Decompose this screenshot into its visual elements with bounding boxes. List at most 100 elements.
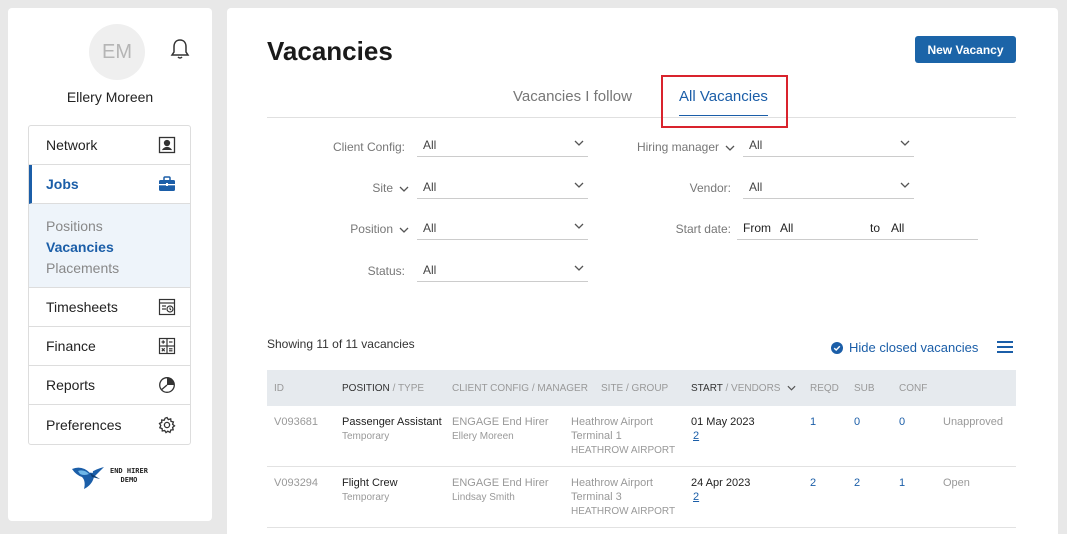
vacancy-status: Unapproved <box>943 416 1003 428</box>
chevron-down-icon <box>574 223 584 229</box>
status-select[interactable]: All <box>417 260 588 282</box>
vacancy-sub[interactable]: 0 <box>854 416 860 428</box>
header-sub[interactable]: SUB <box>854 383 875 394</box>
nav-item-reports[interactable]: Reports <box>29 366 190 405</box>
start-date-label: Start date: <box>675 222 731 236</box>
nav-item-finance[interactable]: Finance <box>29 327 190 366</box>
start-date-from-input[interactable]: All <box>780 218 793 238</box>
vacancy-id: V093294 <box>274 477 319 489</box>
header-site-group[interactable]: SITE / GROUP <box>601 383 668 394</box>
client-config-select[interactable]: All <box>417 135 588 157</box>
header-vendors: / VENDORS <box>722 383 781 394</box>
vacancy-start: 24 Apr 2023 <box>691 477 751 489</box>
header-start-vendors[interactable]: START / VENDORS <box>691 383 796 394</box>
vacancy-reqd[interactable]: 2 <box>810 477 816 489</box>
vacancy-conf[interactable]: 1 <box>899 477 905 489</box>
timesheet-clock-icon <box>158 298 176 316</box>
sidebar: EM Ellery Moreen Network Jobs Positions … <box>8 8 212 521</box>
hiring-manager-filter-label[interactable]: Hiring manager <box>617 140 735 154</box>
header-start: START <box>691 383 723 394</box>
vacancy-group: HEATHROW AIRPORT <box>571 445 676 456</box>
table-header: ID POSITION / TYPE CLIENT CONFIG / MANAG… <box>267 370 1016 406</box>
new-vacancy-button[interactable]: New Vacancy <box>915 36 1016 63</box>
briefcase-icon <box>159 176 175 191</box>
start-date-range: From All to All <box>737 218 978 240</box>
vacancy-vendors-link[interactable]: 2 <box>693 491 699 503</box>
nav-item-timesheets[interactable]: Timesheets <box>29 288 190 327</box>
user-name: Ellery Moreen <box>66 89 154 105</box>
vacancy-site: Heathrow Airport <box>571 416 653 428</box>
vacancy-status: Open <box>943 477 970 489</box>
vacancy-type: Temporary <box>342 492 390 503</box>
subnav-item-positions[interactable]: Positions <box>46 216 173 237</box>
check-circle-icon <box>831 341 843 354</box>
vendor-select[interactable]: All <box>743 177 914 199</box>
vacancy-conf[interactable]: 0 <box>899 416 905 428</box>
hide-closed-label: Hide closed vacancies <box>849 340 979 355</box>
subnav-item-vacancies[interactable]: Vacancies <box>46 237 173 258</box>
nav-item-network[interactable]: Network <box>29 126 190 165</box>
hiring-manager-label-text: Hiring manager <box>636 140 719 154</box>
menu-icon[interactable] <box>997 340 1013 354</box>
vacancy-vendors-link[interactable]: 2 <box>693 430 699 442</box>
bell-icon[interactable] <box>170 38 190 60</box>
header-position-type[interactable]: POSITION / TYPE <box>342 383 424 394</box>
position-label-text: Position <box>350 222 393 236</box>
header-id[interactable]: ID <box>274 383 284 394</box>
chevron-down-icon <box>900 140 910 146</box>
vendor-label: Vendor: <box>689 181 731 195</box>
site-select[interactable]: All <box>417 177 588 199</box>
chevron-down-icon <box>574 182 584 188</box>
subnav-item-placements[interactable]: Placements <box>46 258 173 279</box>
main-nav: Network Jobs Positions Vacancies Placeme… <box>28 125 191 445</box>
chevron-down-icon <box>399 227 409 233</box>
nav-item-jobs[interactable]: Jobs <box>29 165 190 204</box>
header-conf[interactable]: CONF <box>899 383 927 394</box>
nav-item-label: Reports <box>46 377 96 393</box>
logo-line-2: DEMO <box>120 476 138 484</box>
page-title: Vacancies <box>267 36 393 66</box>
table-row[interactable]: V093294 Flight Crew Temporary ENGAGE End… <box>267 467 1016 528</box>
nav-item-label: Finance <box>46 338 96 354</box>
pie-chart-icon <box>159 377 175 393</box>
sort-chevron-icon <box>787 385 796 391</box>
highlight-box <box>661 75 788 128</box>
vacancy-client: ENGAGE End Hirer <box>452 416 549 428</box>
avatar[interactable]: EM <box>89 24 145 80</box>
status-value: All <box>423 263 437 277</box>
header-client-config[interactable]: CLIENT CONFIG / MANAGER <box>452 383 588 394</box>
chevron-down-icon <box>399 186 409 192</box>
start-date-to-input[interactable]: All <box>891 218 904 238</box>
client-config-value: All <box>423 138 437 152</box>
jobs-subnav: Positions Vacancies Placements <box>29 204 190 288</box>
gear-icon <box>158 416 176 434</box>
nav-item-label: Preferences <box>46 416 122 433</box>
vacancy-reqd[interactable]: 1 <box>810 416 816 428</box>
vacancy-site: Heathrow Airport <box>571 477 653 489</box>
vendor-value: All <box>749 180 763 194</box>
hide-closed-toggle[interactable]: Hide closed vacancies <box>831 340 978 355</box>
tab-vacancies-i-follow[interactable]: Vacancies I follow <box>513 88 632 105</box>
header-reqd[interactable]: REQD <box>810 383 839 394</box>
vacancy-position[interactable]: Passenger Assistant <box>342 416 442 428</box>
vacancy-sub[interactable]: 2 <box>854 477 860 489</box>
vacancy-manager: Ellery Moreen <box>452 431 514 442</box>
status-label: Status: <box>367 264 405 278</box>
header-type: / TYPE <box>389 383 425 394</box>
chevron-down-icon <box>725 145 735 151</box>
vacancy-start: 01 May 2023 <box>691 416 755 428</box>
nav-item-preferences[interactable]: Preferences <box>29 405 190 444</box>
nav-item-label: Timesheets <box>46 299 118 315</box>
site-filter-label[interactable]: Site <box>287 181 409 195</box>
site-label-text: Site <box>372 181 393 195</box>
vacancy-manager: Lindsay Smith <box>452 492 515 503</box>
table-row[interactable]: V093681 Passenger Assistant Temporary EN… <box>267 406 1016 467</box>
position-filter-label[interactable]: Position <box>287 222 409 236</box>
hiring-manager-select[interactable]: All <box>743 135 914 157</box>
start-date-from-label: From <box>743 221 771 235</box>
position-value: All <box>423 221 437 235</box>
start-date-to-label: to <box>870 221 881 235</box>
vacancy-site-terminal: Terminal 3 <box>571 491 622 503</box>
vacancy-position[interactable]: Flight Crew <box>342 477 398 489</box>
position-select[interactable]: All <box>417 218 588 240</box>
